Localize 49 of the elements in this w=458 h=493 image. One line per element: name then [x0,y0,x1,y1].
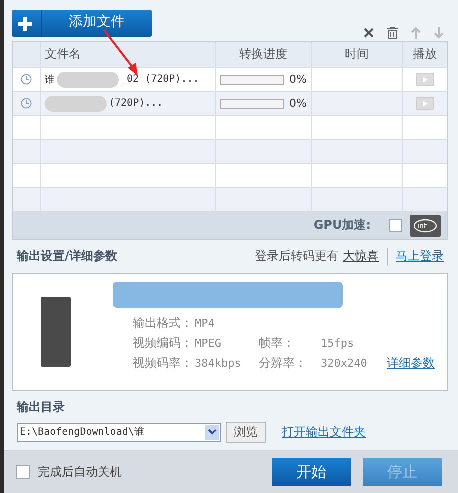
progress-percent: 0% [290,97,307,110]
param-value: MPEG [195,336,222,350]
shutdown-label: 完成后自动关机 [38,464,122,480]
param-label: 视频编码： [133,334,194,352]
param-label: 分辨率： [259,354,308,372]
file-name: (720P)... [109,98,164,109]
browse-button[interactable]: 浏览 [226,422,266,442]
promo-link[interactable]: 大惊喜 [343,248,379,265]
param-value: 320x240 [321,356,368,370]
column-header: 时间 [312,42,403,67]
column-header: 转换进度 [216,42,312,67]
param-value: 384kbps [195,356,242,370]
output-path-dropdown[interactable]: E:\BaofengDownload\谁 [17,422,221,442]
redaction-blur [57,72,119,88]
gpu-acceleration-label: GPU加速: [314,217,371,234]
plus-icon [18,16,32,30]
play-button[interactable] [416,97,434,110]
add-file-button[interactable]: 添加文件 [12,10,152,37]
login-link[interactable]: 马上登录 [396,248,444,265]
promo-text: 登录后转码更有 [255,248,339,265]
dropdown-caret-icon [208,429,216,435]
chip-logo-icon [410,214,441,236]
start-button[interactable]: 开始 [272,458,351,486]
close-icon[interactable] [364,28,374,38]
column-header: 播放 [412,46,438,63]
progress-percent: 0% [290,73,307,86]
param-label: 输出格式： [133,314,194,332]
shutdown-checkbox[interactable] [16,465,30,479]
trash-icon[interactable] [387,27,398,39]
play-icon [422,76,428,82]
open-folder-link[interactable]: 打开输出文件夹 [282,424,366,440]
down-arrow-icon[interactable] [434,27,444,39]
file-name: 谁 [45,74,55,86]
details-link[interactable]: 详细参数 [387,354,435,372]
param-value: 15fps [321,336,356,350]
clock-icon [21,74,32,85]
play-icon [422,100,428,106]
device-image-placeholder [41,297,71,367]
file-name: _02 (720P)... [121,74,200,85]
gpu-checkbox[interactable] [389,219,402,232]
section-title: 输出目录 [16,399,66,416]
param-label: 视频码率： [133,354,194,372]
clock-icon [21,98,32,109]
redaction-blur [45,96,107,112]
up-arrow-icon[interactable] [411,27,421,39]
play-button[interactable] [416,73,434,86]
param-value: MP4 [195,316,216,330]
param-label: 帧率： [259,334,296,352]
section-title: 输出设置/详细参数 [17,248,118,265]
